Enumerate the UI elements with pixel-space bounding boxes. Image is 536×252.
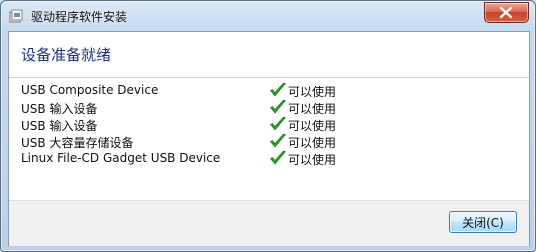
status-label: 可以使用	[288, 136, 337, 150]
status-label: 可以使用	[288, 153, 337, 167]
window-title: 驱动程序软件安装	[31, 10, 128, 24]
driver-install-icon	[9, 9, 25, 23]
device-list: USB Composite Device 可以使用 USB 输入设备 可以使用 …	[21, 82, 521, 167]
device-name: USB Composite Device	[21, 83, 159, 97]
green-check-icon	[270, 150, 287, 165]
dialog-client-area: 设备准备就绪 USB Composite Device 可以使用 USB 输入设…	[8, 31, 530, 246]
close-icon	[499, 7, 513, 18]
device-name: USB 输入设备	[21, 119, 98, 133]
page-title: 设备准备就绪	[21, 46, 112, 64]
window-close-button[interactable]	[484, 2, 529, 23]
button-bar: 关闭(C)	[9, 200, 529, 246]
dialog-window: 驱动程序软件安装 设备准备就绪 USB Composite Device 可以使…	[0, 0, 536, 252]
content-panel: 设备准备就绪 USB Composite Device 可以使用 USB 输入设…	[9, 32, 529, 200]
device-row: Linux File-CD Gadget USB Device 可以使用	[21, 150, 521, 167]
status-label: 可以使用	[288, 102, 337, 116]
green-check-icon	[270, 116, 287, 131]
device-name: Linux File-CD Gadget USB Device	[21, 151, 221, 165]
device-row: USB 输入设备 可以使用	[21, 99, 521, 116]
title-bar[interactable]: 驱动程序软件安装	[1, 1, 535, 31]
status-label: 可以使用	[288, 119, 337, 133]
device-name: USB 大容量存储设备	[21, 136, 134, 150]
device-name: USB 输入设备	[21, 102, 98, 116]
green-check-icon	[270, 82, 287, 97]
green-check-icon	[270, 133, 287, 148]
device-row: USB 输入设备 可以使用	[21, 116, 521, 133]
status-label: 可以使用	[288, 85, 337, 99]
close-button[interactable]: 关闭(C)	[449, 211, 517, 233]
device-row: USB 大容量存储设备 可以使用	[21, 133, 521, 150]
divider	[9, 77, 529, 78]
green-check-icon	[270, 99, 287, 114]
device-row: USB Composite Device 可以使用	[21, 82, 521, 99]
